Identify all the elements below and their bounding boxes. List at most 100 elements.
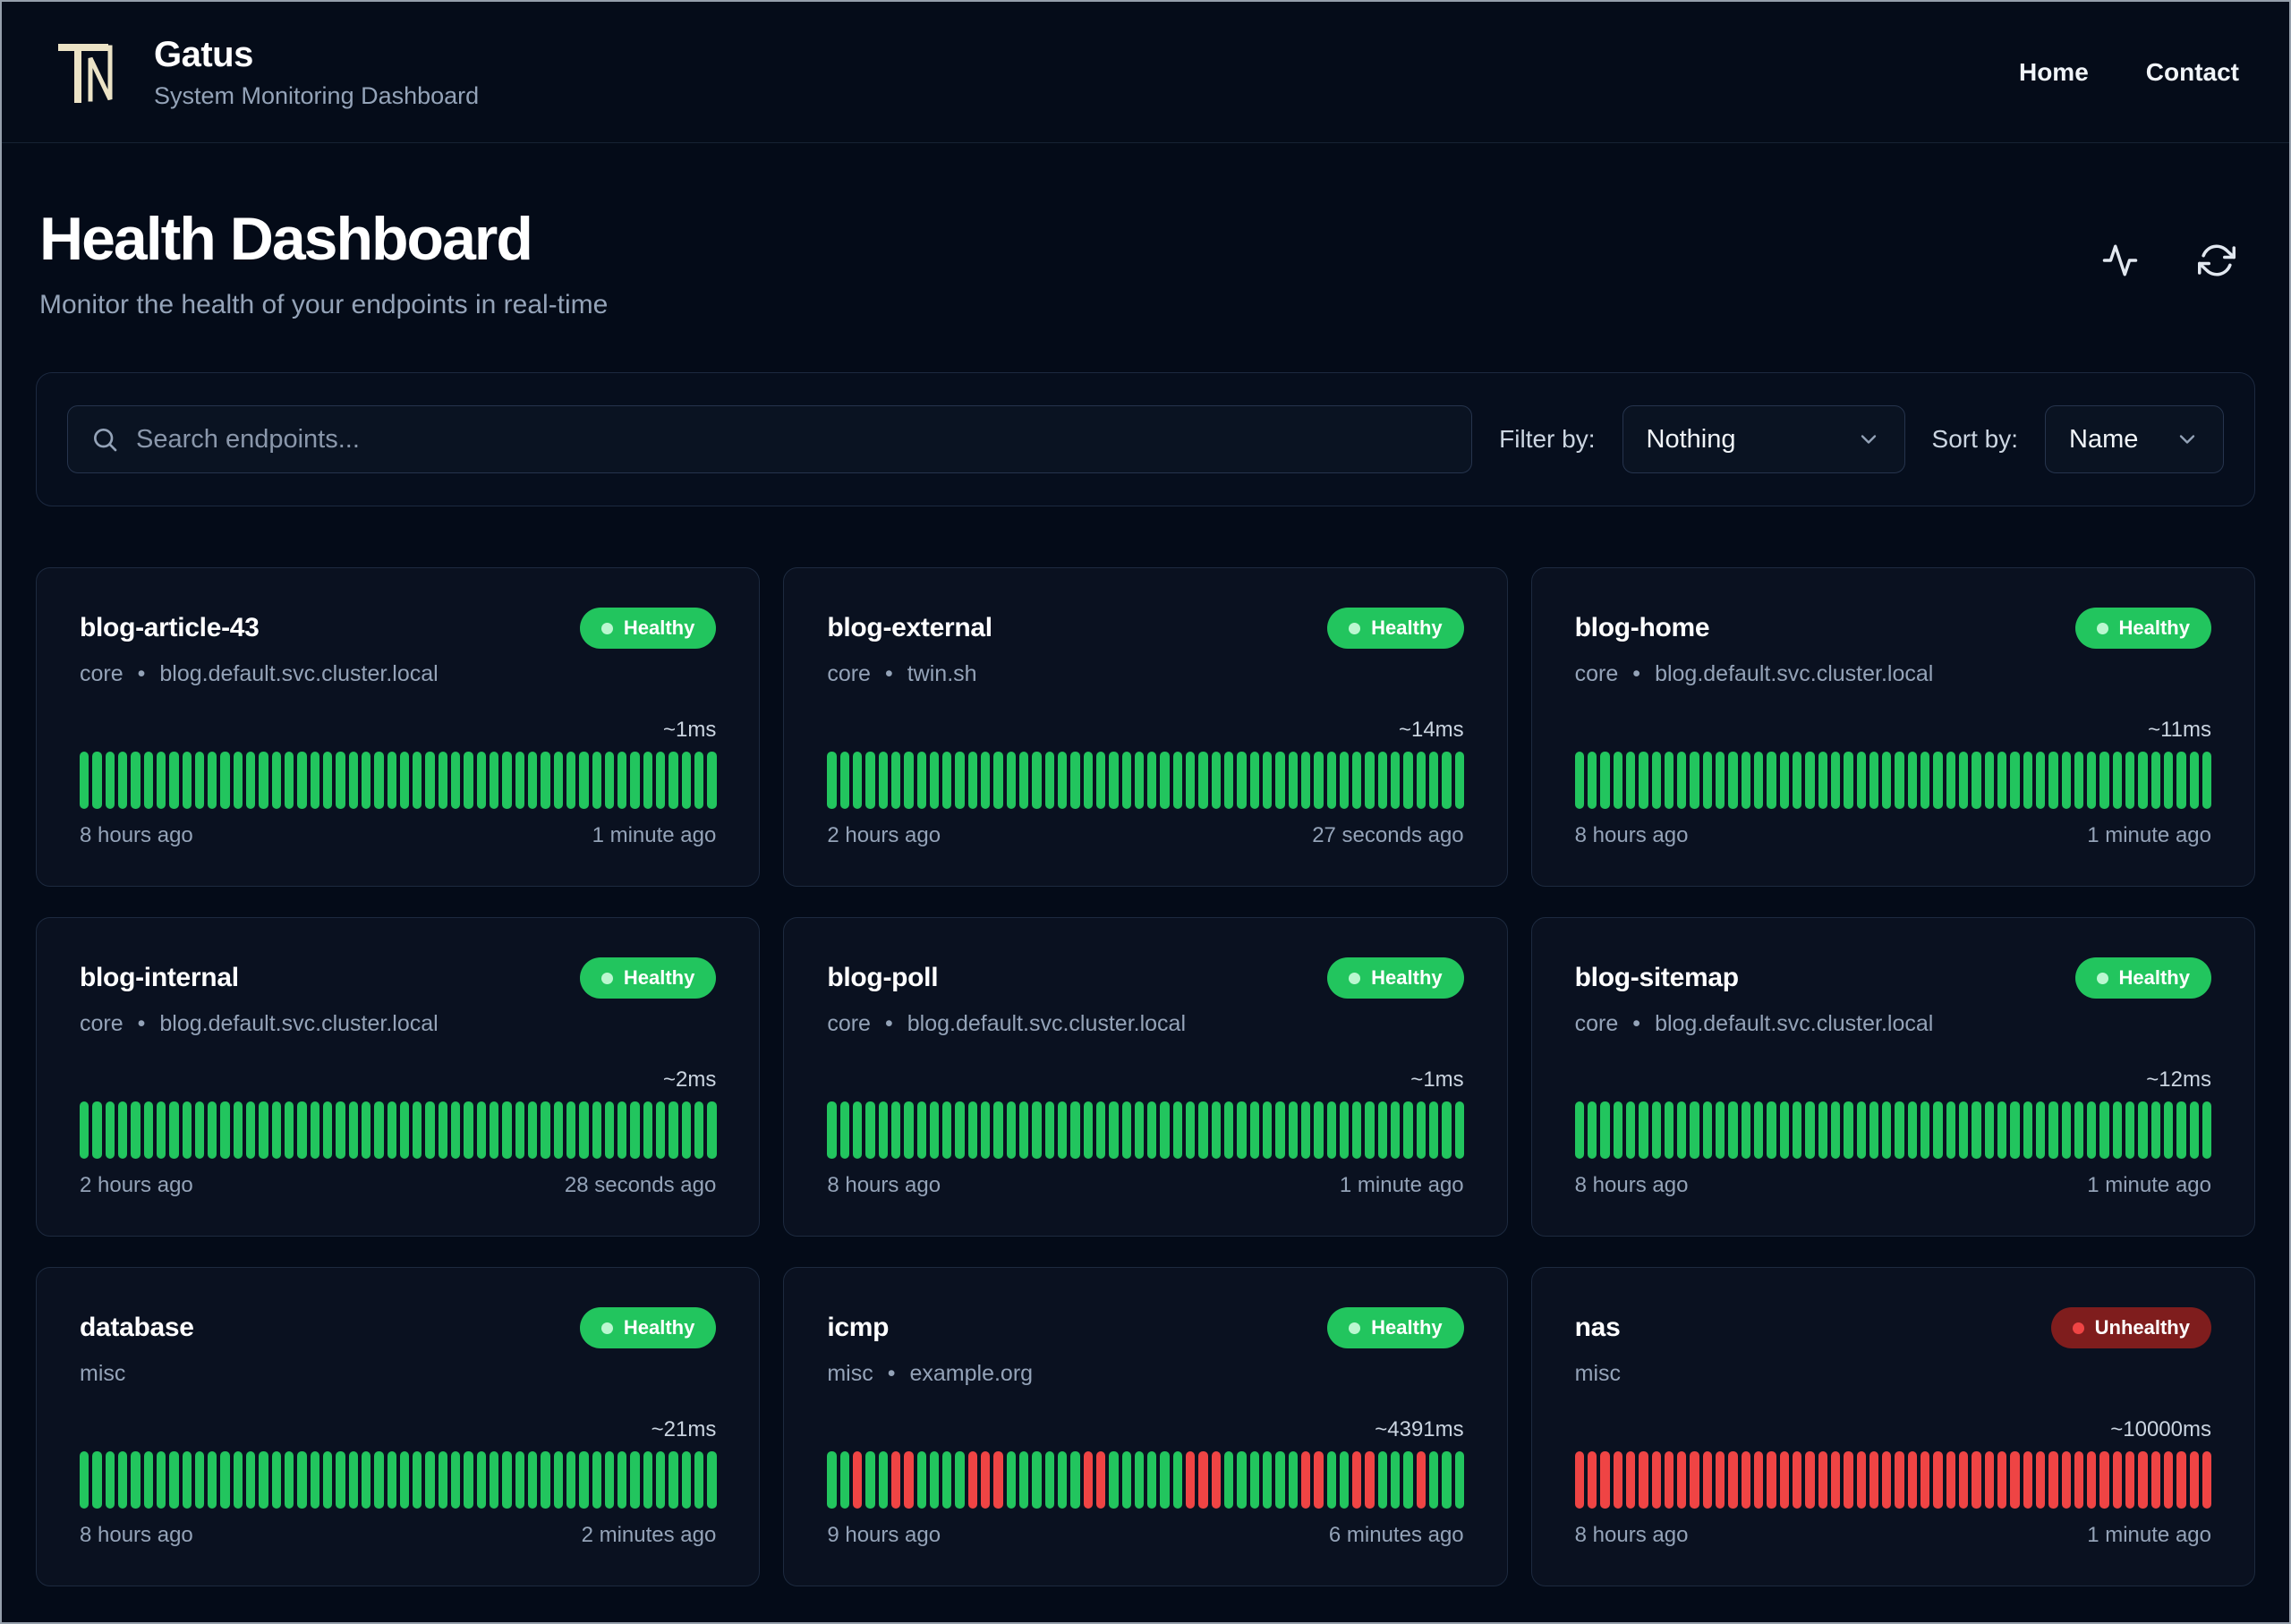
uptime-bar[interactable]: [669, 752, 678, 809]
uptime-bar[interactable]: [2023, 1451, 2032, 1509]
uptime-bar[interactable]: [1869, 752, 1879, 809]
uptime-bar[interactable]: [131, 1451, 141, 1509]
uptime-bar[interactable]: [904, 1451, 914, 1509]
uptime-bar[interactable]: [955, 752, 965, 809]
uptime-bar[interactable]: [1921, 1451, 1930, 1509]
uptime-bar[interactable]: [865, 1451, 875, 1509]
uptime-bar[interactable]: [1574, 1101, 1584, 1159]
uptime-bar[interactable]: [297, 752, 307, 809]
uptime-bar[interactable]: [2125, 1101, 2135, 1159]
uptime-bar[interactable]: [1134, 1451, 1145, 1509]
uptime-bar[interactable]: [1895, 1101, 1904, 1159]
uptime-bar[interactable]: [604, 1451, 615, 1509]
uptime-bar[interactable]: [553, 752, 563, 809]
uptime-bar[interactable]: [878, 1101, 888, 1159]
uptime-bar[interactable]: [1442, 1101, 1452, 1159]
uptime-bar[interactable]: [310, 752, 319, 809]
uptime-bar[interactable]: [865, 1101, 875, 1159]
uptime-bar[interactable]: [967, 1451, 978, 1509]
uptime-bar[interactable]: [1779, 752, 1789, 809]
uptime-bar[interactable]: [1403, 1451, 1413, 1509]
uptime-bar[interactable]: [1741, 1101, 1751, 1159]
uptime-bar[interactable]: [1454, 752, 1464, 809]
uptime-bar[interactable]: [1083, 752, 1093, 809]
uptime-bar[interactable]: [2138, 1451, 2148, 1509]
uptime-bar[interactable]: [1754, 752, 1764, 809]
uptime-bar[interactable]: [297, 1451, 307, 1509]
uptime-bar[interactable]: [2010, 1101, 2020, 1159]
uptime-bar[interactable]: [656, 1451, 666, 1509]
uptime-bar[interactable]: [1339, 1101, 1350, 1159]
uptime-bar[interactable]: [502, 1101, 512, 1159]
uptime-bar[interactable]: [1300, 1451, 1311, 1509]
uptime-bar[interactable]: [2112, 1451, 2123, 1509]
uptime-bar[interactable]: [490, 752, 499, 809]
uptime-bar[interactable]: [1198, 1101, 1208, 1159]
uptime-bar[interactable]: [2202, 1101, 2212, 1159]
uptime-bar[interactable]: [1160, 752, 1170, 809]
uptime-bar[interactable]: [2074, 1451, 2084, 1509]
uptime-bar[interactable]: [1933, 1451, 1943, 1509]
uptime-bar[interactable]: [1921, 1101, 1930, 1159]
uptime-bar[interactable]: [694, 1451, 704, 1509]
endpoint-card[interactable]: blog-internal Healthy core • blog.defaul…: [36, 917, 761, 1237]
uptime-bar[interactable]: [1754, 1451, 1764, 1509]
uptime-bar[interactable]: [1237, 752, 1247, 809]
uptime-bar[interactable]: [1249, 752, 1259, 809]
uptime-bar[interactable]: [1044, 752, 1054, 809]
uptime-bar[interactable]: [1921, 752, 1930, 809]
uptime-bar[interactable]: [194, 752, 205, 809]
uptime-bar[interactable]: [2035, 1451, 2046, 1509]
uptime-bar[interactable]: [233, 752, 243, 809]
uptime-bar[interactable]: [1391, 1451, 1401, 1509]
uptime-bar[interactable]: [2176, 752, 2186, 809]
uptime-bar[interactable]: [993, 752, 1003, 809]
uptime-bar[interactable]: [105, 1101, 115, 1159]
uptime-bar[interactable]: [1767, 752, 1776, 809]
uptime-bar[interactable]: [1186, 752, 1196, 809]
brand[interactable]: Gatus System Monitoring Dashboard: [52, 34, 479, 111]
uptime-bar[interactable]: [827, 1451, 837, 1509]
uptime-bar[interactable]: [322, 1451, 333, 1509]
uptime-bar[interactable]: [515, 752, 524, 809]
uptime-bar[interactable]: [2176, 1451, 2186, 1509]
uptime-bar[interactable]: [1600, 1101, 1610, 1159]
uptime-bar[interactable]: [1262, 1101, 1273, 1159]
uptime-bar[interactable]: [1716, 1101, 1725, 1159]
uptime-bar[interactable]: [1830, 1101, 1841, 1159]
uptime-bar[interactable]: [1702, 1101, 1713, 1159]
uptime-bar[interactable]: [1416, 1451, 1427, 1509]
uptime-bar[interactable]: [681, 752, 691, 809]
endpoint-card[interactable]: blog-home Healthy core • blog.default.sv…: [1530, 567, 2255, 887]
uptime-bar[interactable]: [336, 1101, 345, 1159]
uptime-bar[interactable]: [2087, 1101, 2097, 1159]
uptime-bar[interactable]: [1326, 1101, 1336, 1159]
sort-select[interactable]: Name: [2045, 405, 2224, 473]
uptime-bar[interactable]: [2048, 1451, 2058, 1509]
uptime-bar[interactable]: [617, 1101, 627, 1159]
uptime-bar[interactable]: [2074, 1101, 2084, 1159]
uptime-bar[interactable]: [2189, 1101, 2199, 1159]
uptime-bar[interactable]: [1237, 1101, 1247, 1159]
uptime-bar[interactable]: [2164, 752, 2174, 809]
uptime-bar[interactable]: [630, 752, 640, 809]
endpoint-card[interactable]: icmp Healthy misc • example.org ~4391ms …: [783, 1267, 1508, 1586]
uptime-bar[interactable]: [681, 1101, 691, 1159]
uptime-bar[interactable]: [515, 1101, 524, 1159]
uptime-bar[interactable]: [208, 752, 217, 809]
uptime-bar[interactable]: [1651, 1451, 1661, 1509]
uptime-bar[interactable]: [348, 1451, 358, 1509]
uptime-bar[interactable]: [1754, 1101, 1764, 1159]
uptime-bar[interactable]: [2061, 1451, 2071, 1509]
uptime-bar[interactable]: [1639, 1451, 1648, 1509]
uptime-bar[interactable]: [1160, 1451, 1170, 1509]
uptime-bar[interactable]: [2061, 752, 2071, 809]
uptime-bar[interactable]: [438, 1451, 448, 1509]
uptime-bar[interactable]: [1613, 1101, 1622, 1159]
uptime-bar[interactable]: [143, 1101, 153, 1159]
uptime-bar[interactable]: [1172, 1101, 1183, 1159]
uptime-bar[interactable]: [839, 752, 849, 809]
uptime-bar[interactable]: [220, 1451, 230, 1509]
uptime-bar[interactable]: [182, 752, 192, 809]
uptime-bar[interactable]: [80, 752, 89, 809]
